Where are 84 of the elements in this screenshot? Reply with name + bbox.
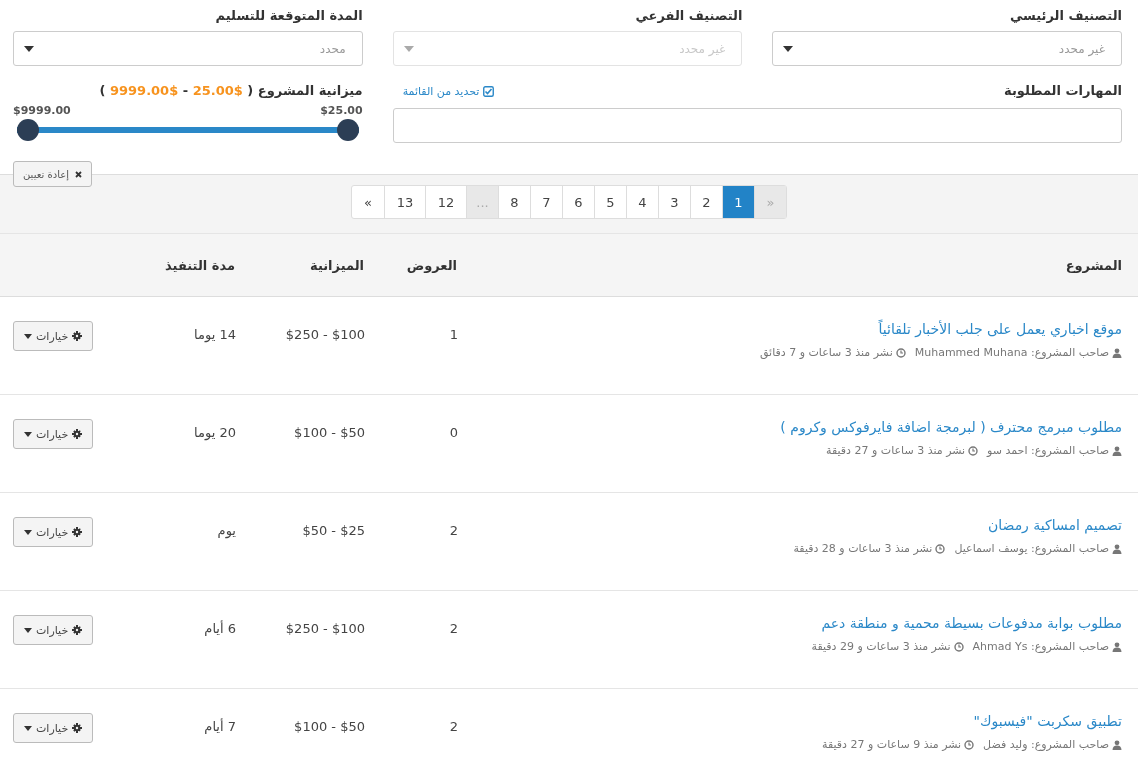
project-owner: صاحب المشروع: Ahmad Ys	[972, 640, 1109, 653]
page-link[interactable]: 7	[530, 186, 562, 218]
table-cell-text: $50 - $100	[293, 718, 366, 736]
table-cell-text: 7 أيام	[203, 717, 237, 736]
posted-time: نشر منذ 3 ساعات و 28 دقيقة	[793, 542, 933, 555]
project-title-link[interactable]: موقع اخباري يعمل على جلب الأخبار تلقائياً	[473, 321, 1122, 337]
column-header: العروض	[405, 257, 458, 273]
table-cell-text: 0	[448, 424, 459, 442]
page-link[interactable]: 5	[594, 186, 626, 218]
page-link[interactable]: 1	[722, 186, 754, 218]
project-owner: صاحب المشروع: Muhammed Muhana	[914, 346, 1109, 359]
table-cell-text: 2	[448, 620, 459, 638]
slider-handle[interactable]	[336, 119, 359, 141]
table-cell-text: 14 يوما	[193, 326, 237, 345]
posted-time: نشر منذ 3 ساعات و 29 دقيقة	[811, 640, 951, 653]
options-button[interactable]: خيارات	[13, 615, 94, 645]
project-title-link[interactable]: تصميم امساكية رمضان	[473, 517, 1122, 533]
table-cell-text: $100 - $250	[284, 326, 366, 344]
field-label: المهارات المطلوبة	[1004, 82, 1122, 100]
caret-icon	[24, 529, 32, 535]
page-link[interactable]: 12	[425, 186, 466, 218]
options-button[interactable]: خيارات	[13, 321, 94, 351]
table-cell-text: $50 - $100	[293, 424, 366, 442]
project-title-link[interactable]: مطلوب مبرمج محترف ( لبرمجة اضافة فايرفوكس وكروم )	[473, 419, 1122, 435]
caret-icon	[24, 725, 32, 731]
project-owner: صاحب المشروع: وليد فضل	[983, 738, 1109, 751]
column-header: المشروع	[1064, 257, 1123, 273]
gear-icon	[72, 625, 83, 635]
clock-icon	[953, 641, 964, 652]
field-label: التصنيف الرئيسي	[1008, 7, 1122, 25]
gear-icon	[72, 331, 83, 341]
table-cell-text: 1	[448, 326, 459, 344]
column-header: الميزانية	[309, 257, 365, 273]
user-icon	[1112, 445, 1122, 456]
slider-value: $9999.00	[13, 104, 71, 117]
gear-icon	[72, 723, 83, 733]
project-owner: صاحب المشروع: احمد سو	[987, 444, 1109, 457]
project-owner: صاحب المشروع: يوسف اسماعيل	[954, 542, 1109, 555]
clock-icon	[935, 543, 946, 554]
page-link[interactable]: 2	[690, 186, 722, 218]
caret-icon	[24, 333, 32, 339]
table-cell-text: $100 - $250	[284, 620, 366, 638]
user-icon	[1112, 641, 1122, 652]
options-button[interactable]: خيارات	[13, 713, 94, 743]
caret-icon	[783, 45, 794, 52]
skills-input[interactable]	[392, 108, 1122, 143]
table-cell-text: 20 يوما	[193, 424, 237, 443]
project-title-link[interactable]: مطلوب بوابة مدفوعات بسيطة محمية و منطقة دعم	[473, 615, 1122, 631]
slider-value: $25.00	[320, 104, 363, 117]
posted-time: نشر منذ 3 ساعات و 27 دقيقة	[826, 444, 966, 457]
clock-icon	[895, 347, 906, 358]
posted-time: نشر منذ 3 ساعات و 7 دقائق	[759, 346, 893, 359]
page-link[interactable]: 4	[626, 186, 658, 218]
table-cell-text: 2	[448, 522, 459, 540]
close-icon	[74, 170, 82, 178]
options-button[interactable]: خيارات	[13, 517, 94, 547]
caret-icon	[24, 45, 34, 52]
clock-icon	[964, 739, 975, 750]
gear-icon	[72, 527, 83, 537]
slider-handle[interactable]	[17, 119, 39, 141]
table-cell-text: 6 أيام	[203, 619, 237, 638]
table-cell-text: $25 - $50	[301, 522, 366, 540]
user-icon	[1112, 347, 1122, 358]
field-label: المدة المتوقعة للتسليم	[214, 7, 363, 25]
column-header: مدة التنفيذ	[164, 257, 236, 273]
pick-from-list-link[interactable]: تحديد من القائمة	[402, 84, 495, 98]
page-link[interactable]: «	[352, 186, 384, 218]
page-link[interactable]: 3	[658, 186, 690, 218]
caret-icon	[24, 627, 32, 633]
posted-time: نشر منذ 9 ساعات و 27 دقيقة	[822, 738, 962, 751]
project-title-link[interactable]: تطبيق سكربت "فيسبوك"	[473, 713, 1122, 729]
user-icon	[1112, 739, 1122, 750]
reset-button[interactable]: إعادة تعيين	[13, 161, 92, 187]
gear-icon	[72, 429, 83, 439]
page-link[interactable]: 13	[384, 186, 425, 218]
table-cell-text: 2	[448, 718, 459, 736]
options-button[interactable]: خيارات	[13, 419, 94, 449]
page-link[interactable]: 6	[562, 186, 594, 218]
caret-icon	[403, 45, 414, 52]
caret-icon	[24, 431, 32, 437]
field-label: التصنيف الفرعي	[634, 7, 743, 25]
table-cell-text: يوم	[216, 522, 237, 541]
clock-icon	[968, 445, 979, 456]
user-icon	[1112, 543, 1122, 554]
